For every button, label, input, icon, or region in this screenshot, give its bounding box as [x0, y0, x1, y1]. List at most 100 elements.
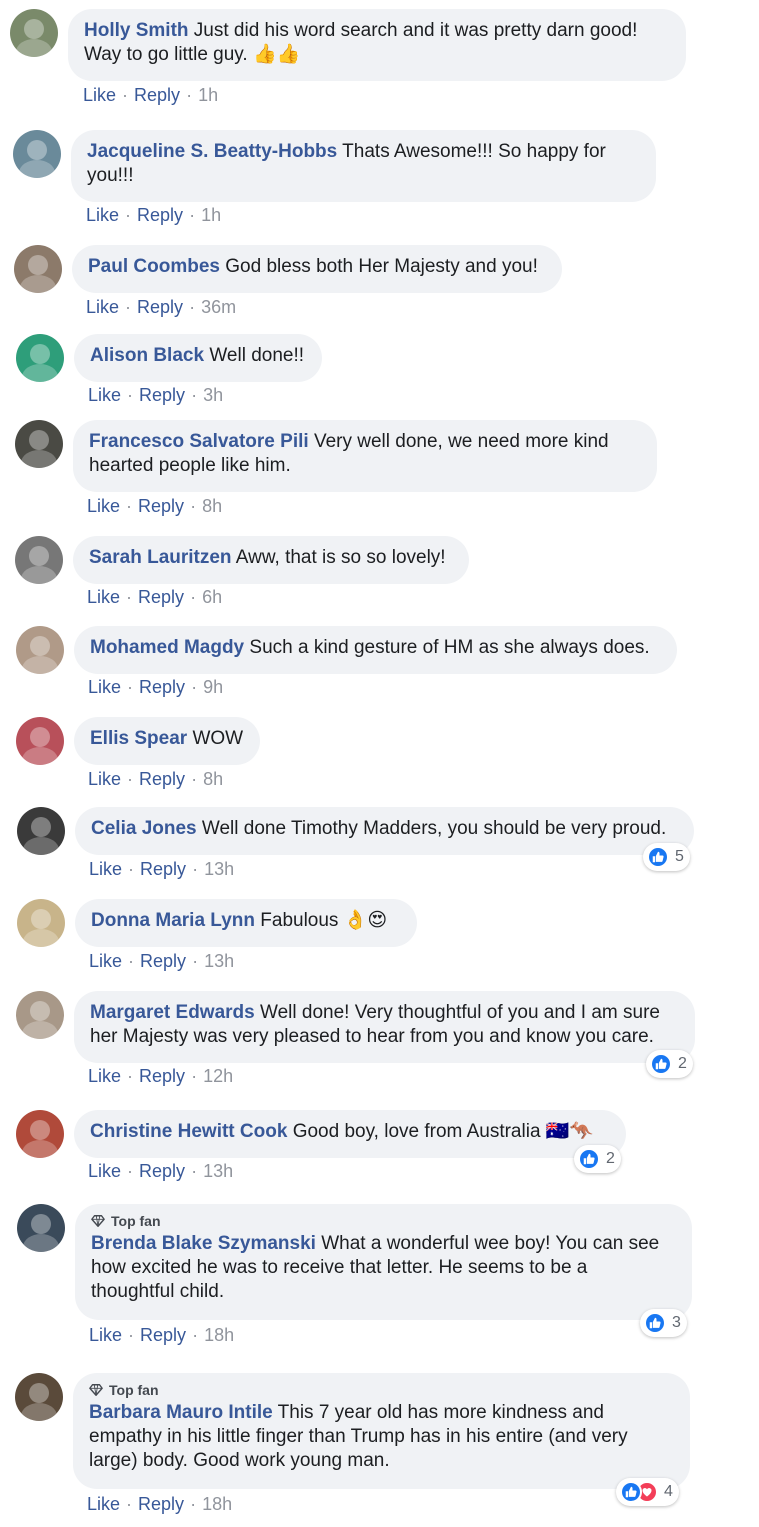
- reply-link[interactable]: Reply: [138, 1494, 184, 1514]
- like-link[interactable]: Like: [88, 769, 121, 789]
- comment-author[interactable]: Margaret Edwards: [90, 1002, 255, 1023]
- comment-time[interactable]: 36m: [201, 297, 236, 317]
- comment-time[interactable]: 9h: [203, 677, 223, 697]
- separator: ·: [126, 1494, 133, 1514]
- separator: ·: [126, 587, 133, 607]
- like-link[interactable]: Like: [89, 859, 122, 879]
- comment-bubble: Paul Coombes God bless both Her Majesty …: [72, 245, 562, 293]
- like-link[interactable]: Like: [88, 677, 121, 697]
- like-link[interactable]: Like: [88, 1161, 121, 1181]
- comment-bubble: Top fan Brenda Blake Szymanski What a wo…: [75, 1204, 692, 1320]
- comment-author[interactable]: Holly Smith: [84, 20, 189, 41]
- like-link[interactable]: Like: [86, 205, 119, 225]
- avatar[interactable]: [16, 334, 64, 382]
- comment-text: God bless both Her Majesty and you!: [225, 256, 538, 277]
- like-link[interactable]: Like: [89, 951, 122, 971]
- top-fan-badge: Top fan: [89, 1381, 674, 1399]
- comment-time[interactable]: 6h: [202, 587, 222, 607]
- avatar[interactable]: [17, 807, 65, 855]
- avatar[interactable]: [10, 9, 58, 57]
- avatar[interactable]: [16, 991, 64, 1039]
- comment-actions: Like · Reply · 13h: [89, 858, 234, 880]
- avatar[interactable]: [15, 536, 63, 584]
- reply-link[interactable]: Reply: [139, 385, 185, 405]
- avatar[interactable]: [14, 245, 62, 293]
- comment-actions: Like · Reply · 8h: [87, 495, 222, 517]
- comment-actions: Like · Reply · 13h: [88, 1160, 233, 1182]
- reaction-count[interactable]: 4: [616, 1478, 679, 1506]
- comment-author[interactable]: Paul Coombes: [88, 256, 220, 277]
- like-link[interactable]: Like: [88, 1066, 121, 1086]
- comment-time[interactable]: 13h: [203, 1161, 233, 1181]
- comment-time[interactable]: 12h: [203, 1066, 233, 1086]
- comment-text: WOW: [192, 728, 244, 749]
- reaction-count-text: 2: [606, 1150, 615, 1167]
- comment-author[interactable]: Jacqueline S. Beatty-Hobbs: [87, 141, 337, 162]
- reply-link[interactable]: Reply: [137, 297, 183, 317]
- avatar[interactable]: [16, 626, 64, 674]
- comment-actions: Like · Reply · 9h: [88, 676, 223, 698]
- comment-author[interactable]: Francesco Salvatore Pili: [89, 431, 309, 452]
- like-reaction-icon: [650, 1053, 672, 1075]
- separator: ·: [127, 385, 134, 405]
- reaction-count[interactable]: 3: [640, 1309, 687, 1337]
- comment-author[interactable]: Donna Maria Lynn: [91, 910, 255, 931]
- reply-link[interactable]: Reply: [138, 496, 184, 516]
- separator: ·: [191, 1066, 198, 1086]
- reply-link[interactable]: Reply: [139, 769, 185, 789]
- comment-time[interactable]: 1h: [198, 85, 218, 105]
- comment-author[interactable]: Sarah Lauritzen: [89, 547, 232, 568]
- separator: ·: [191, 769, 198, 789]
- reaction-count[interactable]: 2: [646, 1050, 693, 1078]
- reply-link[interactable]: Reply: [140, 951, 186, 971]
- separator: ·: [128, 1325, 135, 1345]
- like-link[interactable]: Like: [86, 297, 119, 317]
- avatar[interactable]: [16, 717, 64, 765]
- comment-time[interactable]: 8h: [202, 496, 222, 516]
- reply-link[interactable]: Reply: [139, 1066, 185, 1086]
- comment-time[interactable]: 13h: [204, 859, 234, 879]
- like-link[interactable]: Like: [87, 496, 120, 516]
- like-link[interactable]: Like: [87, 1494, 120, 1514]
- avatar[interactable]: [13, 130, 61, 178]
- comment-author[interactable]: Celia Jones: [91, 818, 197, 839]
- avatar[interactable]: [17, 1204, 65, 1252]
- reply-link[interactable]: Reply: [138, 587, 184, 607]
- comment-author[interactable]: Barbara Mauro Intile: [89, 1402, 273, 1423]
- reply-link[interactable]: Reply: [139, 1161, 185, 1181]
- comment-author[interactable]: Christine Hewitt Cook: [90, 1121, 287, 1142]
- separator: ·: [190, 496, 197, 516]
- comment-bubble: Ellis Spear WOW: [74, 717, 260, 765]
- like-link[interactable]: Like: [83, 85, 116, 105]
- reaction-count[interactable]: 5: [643, 843, 690, 871]
- like-link[interactable]: Like: [87, 587, 120, 607]
- reply-link[interactable]: Reply: [134, 85, 180, 105]
- comment-time[interactable]: 3h: [203, 385, 223, 405]
- avatar[interactable]: [15, 420, 63, 468]
- comment-time[interactable]: 18h: [204, 1325, 234, 1345]
- comment-time[interactable]: 13h: [204, 951, 234, 971]
- like-link[interactable]: Like: [88, 385, 121, 405]
- comment-author[interactable]: Brenda Blake Szymanski: [91, 1233, 316, 1254]
- avatar[interactable]: [17, 899, 65, 947]
- reply-link[interactable]: Reply: [140, 1325, 186, 1345]
- comment-author[interactable]: Mohamed Magdy: [90, 637, 244, 658]
- separator: ·: [189, 205, 196, 225]
- reply-link[interactable]: Reply: [139, 677, 185, 697]
- reply-link[interactable]: Reply: [140, 859, 186, 879]
- comment-author[interactable]: Ellis Spear: [90, 728, 187, 749]
- comment-actions: Like · Reply · 36m: [86, 296, 236, 318]
- comment-time[interactable]: 18h: [202, 1494, 232, 1514]
- comment-author[interactable]: Alison Black: [90, 345, 204, 366]
- avatar[interactable]: [16, 1110, 64, 1158]
- comment-actions: Like · Reply · 12h: [88, 1065, 233, 1087]
- avatar[interactable]: [15, 1373, 63, 1421]
- like-link[interactable]: Like: [89, 1325, 122, 1345]
- separator: ·: [125, 205, 132, 225]
- comment-time[interactable]: 8h: [203, 769, 223, 789]
- separator: ·: [192, 1325, 199, 1345]
- comment-time[interactable]: 1h: [201, 205, 221, 225]
- reaction-count[interactable]: 2: [574, 1145, 621, 1173]
- reply-link[interactable]: Reply: [137, 205, 183, 225]
- reaction-count-text: 4: [664, 1483, 673, 1500]
